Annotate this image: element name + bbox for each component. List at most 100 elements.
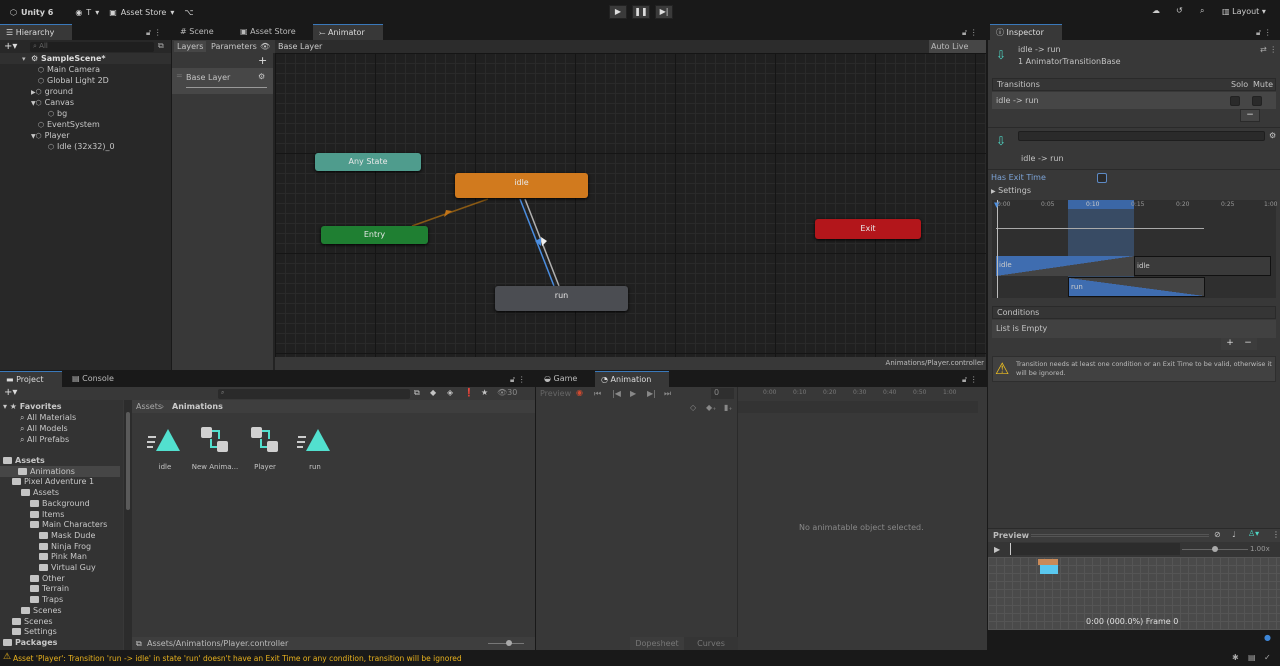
- breadcrumb-assets[interactable]: Assets: [136, 402, 162, 411]
- folder-icon: [39, 542, 48, 550]
- folder-icon: [30, 596, 39, 604]
- tab-game[interactable]: ◒ Game: [538, 371, 583, 387]
- has-exit-time-label: Has Exit Time: [991, 173, 1046, 182]
- project-folder[interactable]: Pink Man: [39, 551, 87, 562]
- lock-icon[interactable]: 🔓︎ ⋮: [962, 375, 978, 385]
- add-marker-icon[interactable]: ▮₊: [724, 403, 733, 412]
- favorite-item[interactable]: ⌕ All Models: [20, 423, 68, 434]
- project-folder[interactable]: Ninja Frog: [39, 541, 91, 552]
- add-event-icon[interactable]: ◆₊: [706, 403, 716, 412]
- state-idle[interactable]: idle: [455, 173, 588, 198]
- pivot-toggle-icon[interactable]: ⊘: [1214, 530, 1221, 539]
- project-folder[interactable]: Pixel Adventure 1: [12, 476, 94, 487]
- gear-icon[interactable]: ⚙: [1269, 131, 1276, 140]
- add-keyframe-icon[interactable]: ◇: [690, 403, 696, 412]
- settings-icon[interactable]: ⇄ ⋮: [1260, 45, 1277, 54]
- empty-message: No animatable object selected.: [799, 523, 924, 532]
- controller-icon: ⧉: [136, 639, 142, 648]
- project-folder[interactable]: Background: [30, 498, 90, 509]
- last-keyframe-button[interactable]: ⏭: [664, 389, 671, 399]
- project-folder[interactable]: Assets: [3, 455, 45, 466]
- project-folder[interactable]: Animations: [0, 465, 120, 477]
- asset-item[interactable]: run: [285, 425, 345, 471]
- tree-scrollbar[interactable]: [124, 400, 132, 650]
- asset-label-icon[interactable]: ●: [1264, 633, 1271, 642]
- preview-resize-handle[interactable]: [1031, 534, 1209, 537]
- first-keyframe-button[interactable]: ⏮: [594, 389, 601, 399]
- project-folder[interactable]: Virtual Guy: [39, 562, 96, 573]
- project-folder[interactable]: Scenes: [12, 616, 53, 627]
- project-folder[interactable]: Scenes: [21, 605, 62, 616]
- settings-foldout[interactable]: ▶ Settings: [991, 186, 1031, 195]
- lock-icon[interactable]: 🔓︎ ⋮: [510, 375, 526, 385]
- more-icon[interactable]: ⋮: [1272, 530, 1280, 539]
- play-button[interactable]: ▶: [630, 389, 636, 398]
- transition-row[interactable]: idle -> run: [992, 92, 1276, 109]
- project-folder[interactable]: Assets: [21, 487, 59, 498]
- log-icon[interactable]: ❗: [464, 388, 474, 397]
- debug-icon[interactable]: ✱: [1232, 653, 1239, 662]
- preview-viewport[interactable]: 0:00 (000.0%) Frame 0: [988, 557, 1280, 630]
- tag-icon[interactable]: ◈: [447, 388, 453, 397]
- has-exit-time-checkbox[interactable]: [1097, 173, 1107, 183]
- check-icon[interactable]: ✓: [1264, 653, 1271, 662]
- state-exit[interactable]: Exit: [815, 219, 921, 239]
- next-keyframe-button[interactable]: ▶|: [647, 389, 656, 398]
- source-bar-b: idle: [1134, 256, 1271, 276]
- favorite-item[interactable]: ⌕ All Prefabs: [20, 434, 69, 445]
- remove-condition-button[interactable]: −: [1239, 338, 1257, 350]
- project-search-input[interactable]: ⌕: [218, 389, 410, 399]
- project-breadcrumb: Assets › Animations: [132, 400, 535, 413]
- project-folder[interactable]: Traps: [30, 594, 63, 605]
- curves-tab[interactable]: Curves: [684, 637, 738, 650]
- timeline-tick: 0:30: [853, 389, 867, 396]
- project-folder[interactable]: Main Characters: [30, 519, 107, 530]
- preview-toggle[interactable]: Preview: [540, 389, 571, 398]
- folder-icon: [12, 628, 21, 636]
- preview-scrubber[interactable]: [1010, 543, 1180, 555]
- mute-checkbox[interactable]: [1252, 96, 1262, 106]
- hidden-packages-toggle[interactable]: 👁︎30: [497, 388, 517, 397]
- tab-console[interactable]: ▤ Console: [66, 371, 120, 387]
- project-folder[interactable]: Settings: [12, 626, 57, 637]
- folder-icon: [3, 638, 12, 646]
- state-run[interactable]: run: [495, 286, 628, 311]
- transition-name-input[interactable]: [1018, 131, 1265, 141]
- add-condition-button[interactable]: +: [1221, 338, 1239, 350]
- project-folder[interactable]: Terrain: [30, 583, 69, 594]
- favorites-header[interactable]: ▾ ★ Favorites: [3, 401, 62, 412]
- transition-timeline[interactable]: idle idle run ▼: [992, 200, 1276, 298]
- search-by-type-icon[interactable]: ⧉: [414, 388, 420, 398]
- favorite-item[interactable]: ⌕ All Materials: [20, 412, 76, 423]
- arrow-icon: [541, 237, 547, 246]
- cache-server-icon[interactable]: ▤: [1248, 653, 1256, 662]
- record-button[interactable]: ◉: [576, 388, 583, 397]
- solo-checkbox[interactable]: [1230, 96, 1240, 106]
- project-folder[interactable]: Mask Dude: [39, 530, 95, 541]
- breadcrumb-animations[interactable]: Animations: [172, 402, 223, 411]
- tab-animation[interactable]: ◔ Animation: [595, 371, 669, 387]
- create-button[interactable]: +▾: [4, 387, 17, 398]
- selected-asset-path: Assets/Animations/Player.controller: [147, 639, 289, 648]
- search-by-label-icon[interactable]: ◆: [430, 388, 436, 397]
- ik-toggle-icon[interactable]: ♩: [1232, 530, 1236, 539]
- favorites-star-icon[interactable]: ★: [481, 388, 488, 397]
- project-tree: ▾ ★ Favorites ⌕ All Materials ⌕ All Mode…: [0, 400, 123, 650]
- project-folder[interactable]: Packages: [3, 637, 57, 648]
- remove-transition-button[interactable]: −: [1240, 109, 1260, 122]
- state-entry[interactable]: Entry: [321, 226, 428, 244]
- dopesheet-tab[interactable]: Dopesheet: [630, 637, 684, 650]
- project-folder[interactable]: Other: [30, 573, 65, 584]
- preview-play-button[interactable]: ▶: [994, 545, 1000, 554]
- avatar-icon[interactable]: ♙▾: [1248, 529, 1259, 538]
- project-folder[interactable]: Items: [30, 509, 64, 520]
- tab-project[interactable]: ▬ Project: [0, 371, 62, 387]
- animation-panel: Preview ◉ ⏮ |◀ ▶ ▶| ⏭ 0 ◇ ◆₊ ▮₊ 0:00 0:10…: [536, 387, 987, 650]
- state-any-state[interactable]: Any State: [315, 153, 421, 171]
- status-bar[interactable]: ⚠ Asset 'Player': Transition 'run -> idl…: [0, 650, 1280, 666]
- lock-icon[interactable]: 🔓︎ ⋮: [1256, 28, 1272, 38]
- tab-inspector[interactable]: ⓘ Inspector: [990, 24, 1062, 40]
- destination-bar[interactable]: run: [1068, 277, 1205, 297]
- prev-keyframe-button[interactable]: |◀: [612, 389, 621, 398]
- frame-input[interactable]: 0: [711, 388, 734, 399]
